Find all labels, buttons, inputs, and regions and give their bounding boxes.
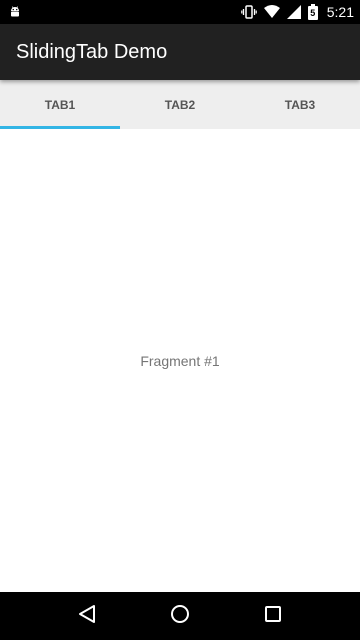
tab-label: TAB3 xyxy=(284,97,316,112)
app-title: SlidingTab Demo xyxy=(16,40,168,63)
fragment-content: Fragment #1 xyxy=(0,129,360,592)
tab-2[interactable]: TAB2 xyxy=(120,80,240,129)
status-bar: 5 5:21 xyxy=(0,0,360,24)
tab-strip: TAB1 TAB2 TAB3 xyxy=(0,80,360,129)
fragment-text: Fragment #1 xyxy=(140,352,220,369)
tab-3[interactable]: TAB3 xyxy=(240,80,360,129)
back-icon xyxy=(78,604,96,629)
android-icon xyxy=(8,5,22,19)
cell-signal-icon xyxy=(286,5,301,19)
recents-icon xyxy=(264,605,282,628)
screen: 5 5:21 SlidingTab Demo TAB1 TAB2 TAB3 Fr… xyxy=(0,0,360,640)
home-button[interactable] xyxy=(160,596,200,636)
tab-1[interactable]: TAB1 xyxy=(0,80,120,129)
wifi-icon xyxy=(263,5,280,19)
battery-icon: 5 xyxy=(307,4,318,20)
tab-label: TAB1 xyxy=(44,97,76,112)
status-clock: 5:21 xyxy=(326,4,354,20)
navigation-bar xyxy=(0,592,360,640)
recents-button[interactable] xyxy=(253,596,293,636)
app-bar: SlidingTab Demo xyxy=(0,24,360,80)
tab-label: TAB2 xyxy=(164,97,196,112)
vibrate-icon xyxy=(240,5,257,19)
battery-level: 5 xyxy=(310,8,316,18)
back-button[interactable] xyxy=(67,596,107,636)
home-icon xyxy=(170,604,190,629)
